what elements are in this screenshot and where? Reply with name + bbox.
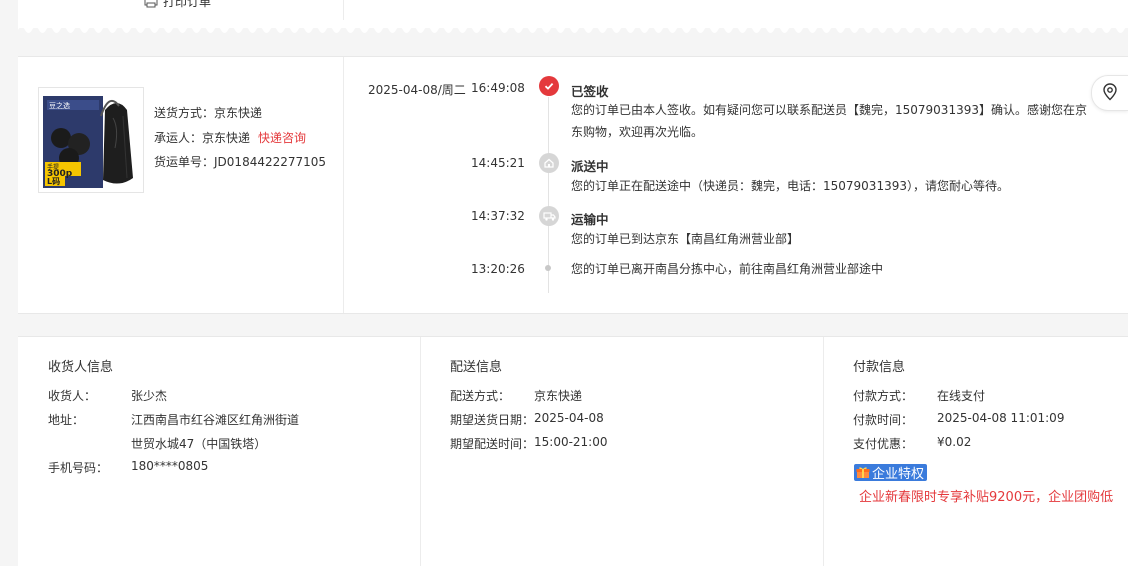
receiver-title: 收货人信息 — [48, 360, 114, 375]
check-icon — [539, 76, 559, 96]
payment-time: 2025-04-08 11:01:09 — [937, 411, 1065, 425]
product-brand-text: 豆之选 — [49, 101, 70, 110]
print-order-label: 打印订单 — [163, 0, 212, 9]
divider — [823, 337, 824, 566]
order-info-card: 收货人信息 收货人： 张少杰 地址： 江西南昌市红谷滩区红角洲街道 世贸水城47… — [18, 336, 1128, 566]
tracking-number: JD0184422277105 — [214, 155, 327, 169]
receiver-name-label: 收货人： — [48, 389, 97, 403]
order-actions-strip: 打印订单 — [18, 0, 1128, 28]
transit-icon — [539, 206, 559, 226]
tracking-row: 货运单号：JD0184422277105 — [154, 150, 326, 175]
event-time: 14:45:21 — [471, 156, 525, 170]
delivery-date-label: 期望送货日期： — [450, 413, 535, 427]
map-location-button[interactable] — [1091, 75, 1128, 111]
printer-icon — [144, 0, 158, 8]
address-line2: 世贸水城47（中国铁塔） — [131, 437, 267, 451]
event-time: 16:49:08 — [471, 81, 525, 95]
wave-divider — [18, 26, 1128, 38]
event-description: 您的订单已到达京东【南昌红角洲营业部】 — [571, 232, 800, 246]
event-description: 您的订单已离开南昌分拣中心，前往南昌红角洲营业部途中 — [571, 262, 884, 276]
event-time: 14:37:32 — [471, 209, 525, 223]
delivery-time: 15:00-21:00 — [534, 435, 608, 449]
delivery-date: 2025-04-08 — [534, 411, 604, 425]
enterprise-badge-label: 企业特权 — [872, 467, 925, 482]
carrier-row: 承运人：京东快递 快递咨询 — [154, 126, 326, 151]
express-consult-link[interactable]: 快递咨询 — [258, 131, 306, 145]
carrier-label: 承运人： — [154, 130, 203, 145]
event-description: 您的订单正在配送途中（快递员：魏完，电话：15079031393），请您耐心等待… — [571, 179, 1009, 193]
phone-value: 180****0805 — [131, 459, 209, 473]
enterprise-privilege-badge[interactable]: 企业特权 — [854, 464, 928, 482]
location-pin-icon — [1102, 82, 1118, 104]
product-image[interactable]: 豆之选 手提 300p L码 — [38, 87, 144, 193]
event-title: 已签收 — [571, 84, 609, 99]
delivery-method: 京东快递 — [534, 389, 583, 403]
payment-discount-label: 支付优惠： — [853, 437, 914, 451]
delivery-icon — [539, 153, 559, 173]
product-size-text: L码 — [47, 177, 60, 186]
delivery-time-label: 期望配送时间： — [450, 437, 535, 451]
payment-discount: ¥0.02 — [937, 435, 972, 449]
address-line1: 江西南昌市红谷滩区红角洲街道 — [131, 413, 300, 427]
phone-label: 手机号码： — [48, 461, 109, 475]
timeline-dot — [545, 265, 551, 271]
event-time: 13:20:26 — [471, 262, 525, 276]
delivery-method-label: 配送方式： — [450, 389, 511, 403]
print-order-button[interactable]: 打印订单 — [144, 0, 211, 10]
timeline-line — [548, 97, 549, 293]
event-title: 运输中 — [571, 212, 609, 227]
payment-method-label: 付款方式： — [853, 389, 914, 403]
tracking-label: 货运单号： — [154, 155, 215, 169]
shipping-info: 送货方式：京东快递 承运人：京东快递 快递咨询 货运单号：JD0184422277… — [154, 101, 326, 175]
ship-method-row: 送货方式：京东快递 — [154, 101, 326, 126]
delivery-title: 配送信息 — [450, 360, 503, 375]
payment-title: 付款信息 — [853, 360, 906, 375]
carrier-value: 京东快递 — [202, 130, 251, 145]
payment-method: 在线支付 — [937, 389, 986, 403]
event-title: 派送中 — [571, 159, 609, 174]
enterprise-promo-link[interactable]: 企业新春限时专享补贴9200元，企业团购低 — [859, 486, 1113, 505]
divider — [343, 57, 344, 313]
gift-icon — [856, 466, 870, 479]
divider — [420, 337, 421, 566]
ship-method-value: 京东快递 — [214, 106, 263, 120]
event-description: 您的订单已由本人签收。如有疑问您可以联系配送员【魏完，15079031393】确… — [571, 103, 1087, 139]
logistics-card: 豆之选 手提 300p L码 送货方式：京东快递 承运人：京东快递 快递咨询 货运… — [18, 56, 1128, 314]
divider — [343, 0, 344, 20]
timeline-date: 2025-04-08/周二 — [368, 83, 466, 97]
ship-method-label: 送货方式： — [154, 106, 215, 120]
receiver-name: 张少杰 — [131, 389, 168, 403]
address-label: 地址： — [48, 413, 85, 427]
payment-time-label: 付款时间： — [853, 413, 914, 427]
